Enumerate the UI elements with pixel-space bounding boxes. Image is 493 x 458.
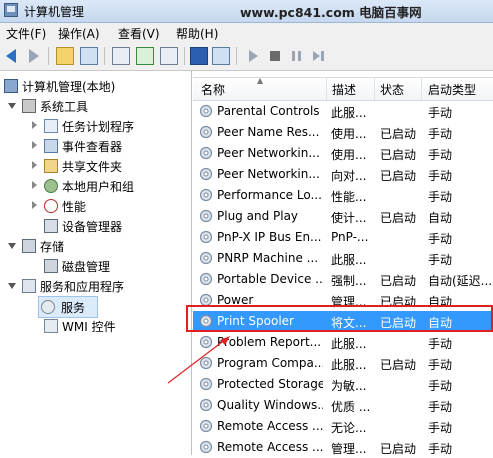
pointer-arrow (167, 336, 230, 384)
